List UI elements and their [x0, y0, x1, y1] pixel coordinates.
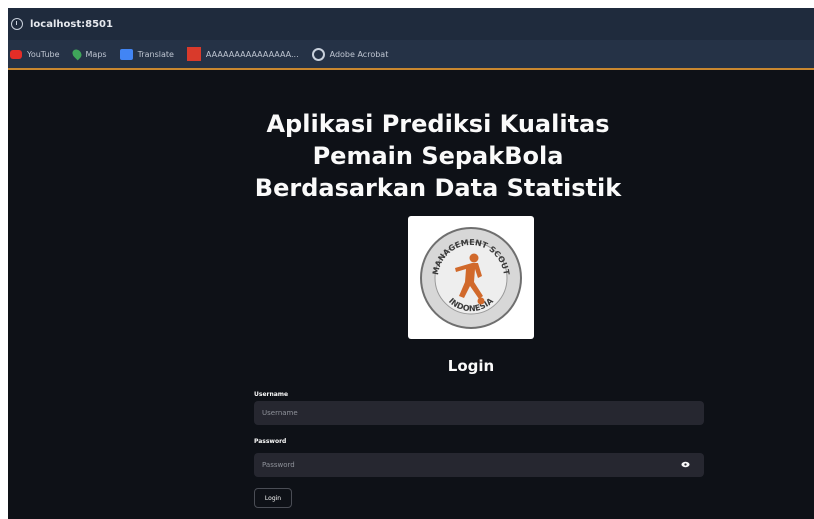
username-input[interactable]: Username: [254, 401, 704, 425]
bookmark-label: Translate: [137, 49, 174, 59]
page-title: Aplikasi Prediksi Kualitas Pemain SepakB…: [254, 110, 622, 202]
bookmark-maps[interactable]: Maps: [70, 47, 107, 61]
eye-icon[interactable]: [681, 461, 690, 468]
logo: MANAGEMENT SCOUT INDONESIA: [408, 216, 534, 339]
info-icon[interactable]: [11, 18, 23, 30]
ball-icon: [477, 297, 485, 305]
bookmark-youtube[interactable]: YouTube: [8, 49, 60, 59]
red-square-icon: [186, 47, 201, 61]
password-placeholder: Password: [262, 461, 295, 469]
address-text[interactable]: localhost:8501: [30, 19, 113, 30]
password-label: Password: [254, 438, 287, 445]
login-heading: Login: [447, 357, 495, 375]
bookmark-adobe-acrobat[interactable]: Adobe Acrobat: [311, 47, 389, 61]
compass-icon: [311, 47, 325, 61]
browser-window: localhost:8501 YouTube Maps Translate AA…: [8, 8, 814, 519]
login-button[interactable]: Login: [254, 488, 292, 508]
logo-badge: MANAGEMENT SCOUT INDONESIA: [420, 227, 522, 329]
bookmark-fourth[interactable]: AAAAAAAAAAAAAAA...: [186, 47, 299, 61]
bookmark-translate[interactable]: Translate: [119, 48, 174, 60]
maps-pin-icon: [70, 47, 83, 61]
username-label: Username: [254, 391, 289, 398]
bookmark-label: Adobe Acrobat: [329, 49, 389, 59]
bookmark-label: AAAAAAAAAAAAAAA...: [205, 49, 299, 59]
password-input[interactable]: Password: [254, 453, 704, 477]
main-content: Aplikasi Prediksi Kualitas Pemain SepakB…: [8, 70, 814, 519]
address-bar[interactable]: localhost:8501: [8, 8, 814, 40]
youtube-icon: [10, 49, 22, 59]
bookmark-label: Maps: [85, 49, 107, 59]
bookmark-label: YouTube: [27, 49, 60, 59]
bookmarks-bar: YouTube Maps Translate AAAAAAAAAAAAAAA..…: [8, 40, 814, 70]
translate-icon: [119, 48, 133, 60]
